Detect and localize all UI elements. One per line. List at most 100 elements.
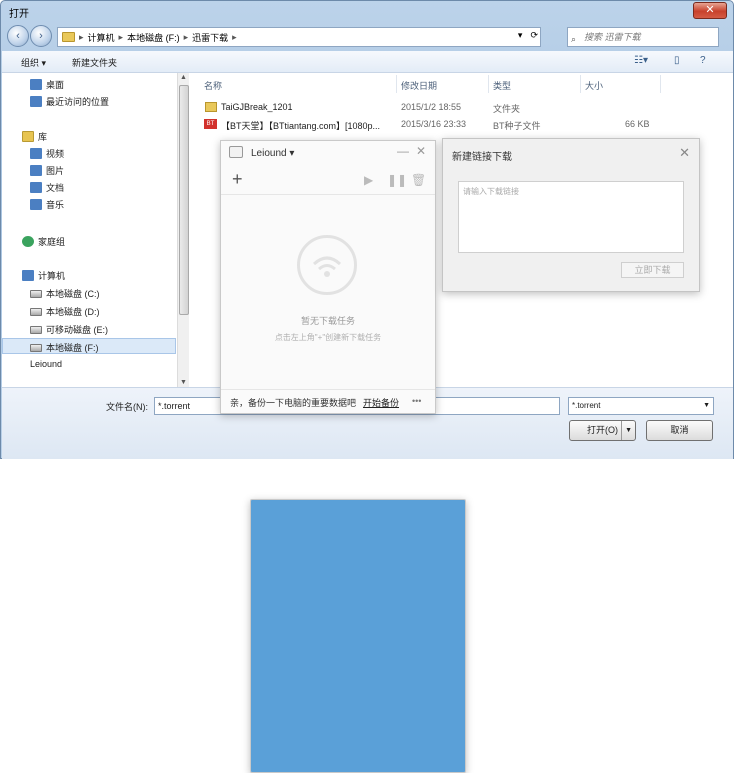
- delete-icon[interactable]: 🗑: [411, 173, 426, 187]
- address-bar[interactable]: ▸ 计算机 ▸ 本地磁盘 (F:) ▸ 迅雷下载 ▸ ▾ ⟳: [57, 27, 541, 47]
- organize-menu[interactable]: 组织 ▾: [21, 56, 46, 69]
- column-header-date[interactable]: 修改日期: [401, 79, 437, 92]
- sidebar-item-drive-c[interactable]: 本地磁盘 (C:): [30, 287, 100, 300]
- scroll-down-icon[interactable]: ▼: [180, 379, 187, 386]
- search-icon: ⌕: [571, 34, 577, 44]
- homegroup-icon: [22, 236, 34, 247]
- new-folder-button[interactable]: 新建文件夹: [72, 56, 117, 69]
- scroll-up-icon[interactable]: ▲: [180, 74, 187, 81]
- sidebar-scrollbar[interactable]: ▲ ▼: [177, 73, 189, 387]
- sidebar-item-pictures[interactable]: 图片: [30, 164, 64, 177]
- navigation-bar: ‹ › ▸ 计算机 ▸ 本地磁盘 (F:) ▸ 迅雷下载 ▸ ▾ ⟳ ⌕ 搜索 …: [1, 23, 733, 49]
- leiound-icon: [250, 499, 466, 773]
- wifi-icon: [297, 235, 357, 295]
- navigation-pane: 桌面 最近访问的位置 库 视频 图片 文档 音乐 家庭组 计算机 本地磁盘 (C…: [2, 73, 466, 773]
- empty-state-hint: 点击左上角"+"创建新下载任务: [274, 333, 382, 342]
- leiound-header: Leiound ▾ — ✕: [221, 141, 435, 165]
- sidebar-item-video[interactable]: 视频: [30, 147, 64, 160]
- sidebar-item-computer[interactable]: 计算机: [22, 269, 65, 282]
- close-icon[interactable]: ✕: [416, 144, 426, 158]
- sidebar-item-recent[interactable]: 最近访问的位置: [30, 95, 109, 108]
- document-icon: [30, 182, 42, 193]
- backup-prompt: 亲，备份一下电脑的重要数据吧: [230, 398, 357, 408]
- video-icon: [30, 148, 42, 159]
- folder-icon: [205, 102, 217, 112]
- computer-icon: [22, 270, 34, 281]
- filename-label: 文件名(N):: [106, 402, 148, 412]
- pause-icon[interactable]: ❚❚: [387, 173, 407, 187]
- search-placeholder: 搜索 迅雷下载: [584, 32, 641, 42]
- minimize-icon[interactable]: —: [397, 144, 409, 158]
- sidebar-item-homegroup[interactable]: 家庭组: [22, 235, 65, 248]
- leiound-account-menu[interactable]: Leiound ▾: [251, 148, 294, 159]
- sidebar-item-desktop[interactable]: 桌面: [30, 78, 64, 91]
- desktop-icon: [30, 79, 42, 90]
- forward-button[interactable]: ›: [30, 25, 52, 47]
- new-link-dialog: 新建链接下载 ✕ 请输入下载链接 立即下载: [442, 138, 700, 292]
- address-dropdown-icon[interactable]: ▾: [518, 30, 523, 44]
- picture-icon: [30, 165, 42, 176]
- torrent-file-icon: BT: [204, 119, 217, 129]
- leiound-footer: 亲，备份一下电脑的重要数据吧 开始备份 •••: [221, 389, 435, 413]
- view-options-icon[interactable]: ☷▾: [634, 55, 648, 66]
- sidebar-item-library[interactable]: 库: [22, 130, 47, 143]
- sidebar-item-drive-d[interactable]: 本地磁盘 (D:): [30, 305, 100, 318]
- breadcrumb-separator: ▸: [79, 31, 84, 42]
- refresh-icon[interactable]: ⟳: [530, 30, 538, 44]
- library-icon: [22, 131, 34, 142]
- more-icon[interactable]: •••: [412, 396, 421, 406]
- sidebar-item-leiound[interactable]: Leiound: [30, 359, 466, 773]
- drive-icon: [30, 307, 42, 316]
- leiound-toolbar: + ▶ ❚❚ 🗑: [221, 169, 435, 195]
- column-divider[interactable]: [396, 75, 397, 93]
- sidebar-item-drive-e[interactable]: 可移动磁盘 (E:): [30, 323, 108, 336]
- folder-icon: [62, 32, 75, 42]
- breadcrumb-separator: ▸: [232, 31, 237, 42]
- breadcrumb-computer[interactable]: 计算机: [88, 31, 115, 44]
- drive-icon: [30, 289, 42, 298]
- title-bar: 打开 ✕: [1, 1, 733, 21]
- command-bar: 组织 ▾ 新建文件夹 ☷▾ ▯ ?: [2, 51, 733, 73]
- breadcrumb-drive-f[interactable]: 本地磁盘 (F:): [127, 31, 180, 44]
- column-header-type[interactable]: 类型: [493, 79, 511, 92]
- file-type-filter[interactable]: *.torrent ▼: [568, 397, 714, 415]
- chevron-down-icon: ▼: [703, 402, 710, 409]
- close-button[interactable]: ✕: [693, 2, 727, 19]
- add-task-icon[interactable]: +: [232, 169, 243, 190]
- back-button[interactable]: ‹: [7, 25, 29, 47]
- breadcrumb-separator: ▸: [118, 31, 124, 42]
- open-dropdown-icon[interactable]: ▼: [621, 421, 632, 440]
- download-now-button[interactable]: 立即下载: [621, 262, 684, 278]
- leiound-logo-icon: [229, 146, 243, 158]
- dialog-title: 新建链接下载: [452, 152, 512, 163]
- recent-icon: [30, 96, 42, 107]
- leiound-panel: Leiound ▾ — ✕ + ▶ ❚❚ 🗑 暂无下载任务 点击左上角"+"创建…: [220, 140, 436, 414]
- drive-icon: [30, 343, 42, 352]
- breadcrumb-separator: ▸: [183, 31, 189, 42]
- help-icon[interactable]: ?: [700, 55, 706, 66]
- sidebar-item-music[interactable]: 音乐: [30, 198, 64, 211]
- cancel-button[interactable]: 取消: [646, 420, 713, 441]
- open-button[interactable]: 打开(O) ▼: [569, 420, 636, 441]
- drive-icon: [30, 325, 42, 334]
- music-icon: [30, 199, 42, 210]
- breadcrumb-xunlei[interactable]: 迅雷下载: [192, 31, 228, 44]
- play-icon[interactable]: ▶: [364, 173, 373, 187]
- download-link-input[interactable]: 请输入下载链接: [458, 181, 684, 253]
- column-header-size[interactable]: 大小: [585, 79, 603, 92]
- column-divider[interactable]: [660, 75, 661, 93]
- column-divider[interactable]: [580, 75, 581, 93]
- sidebar-item-drive-f[interactable]: 本地磁盘 (F:): [30, 341, 99, 354]
- file-row[interactable]: TaiGJBreak_1201 2015/1/2 18:55 文件夹: [190, 99, 733, 115]
- column-divider[interactable]: [488, 75, 489, 93]
- close-icon[interactable]: ✕: [679, 145, 690, 161]
- column-header-name[interactable]: 名称: [204, 79, 222, 92]
- empty-state-title: 暂无下载任务: [300, 316, 355, 326]
- start-backup-link[interactable]: 开始备份: [363, 396, 399, 409]
- preview-pane-icon[interactable]: ▯: [674, 55, 680, 66]
- sidebar-item-documents[interactable]: 文档: [30, 181, 64, 194]
- window-title: 打开: [9, 9, 29, 20]
- search-input[interactable]: ⌕ 搜索 迅雷下载: [567, 27, 719, 47]
- scrollbar-thumb[interactable]: [179, 85, 189, 315]
- file-row[interactable]: BT 【BT天堂】【BTtiantang.com】[1080p... 2015/…: [190, 116, 733, 132]
